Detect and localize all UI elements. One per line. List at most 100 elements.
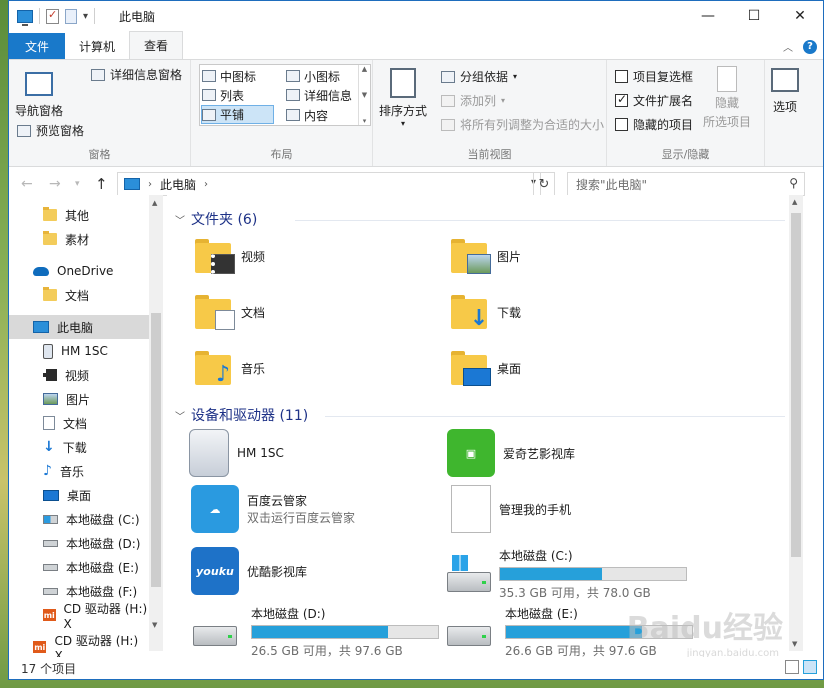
address-bar[interactable]: › 此电脑 › ▾	[117, 172, 541, 196]
layout-medium-icons[interactable]: 中图标	[202, 67, 282, 85]
baidu-cloud-icon: ☁	[191, 485, 239, 533]
new-folder-icon[interactable]	[65, 8, 77, 24]
details-view-icon[interactable]	[785, 660, 799, 674]
sidebar-item-onedrive-documents[interactable]: 文档	[9, 283, 149, 307]
layout-item-label: 平铺	[220, 108, 245, 122]
content-scrollbar[interactable]: ▲ ▼	[789, 195, 803, 651]
sidebar-item-videos[interactable]: 视频	[9, 363, 149, 387]
layout-details[interactable]: 详细信息	[286, 86, 356, 104]
recent-locations-chevron-icon[interactable]: ▾	[75, 179, 80, 189]
breadcrumb-chevron-icon[interactable]: ›	[148, 179, 152, 190]
sidebar-item-drive-c[interactable]: 本地磁盘 (C:)	[9, 507, 149, 531]
up-arrow-icon[interactable]: ↑	[95, 175, 108, 193]
drive-tile-d[interactable]: 本地磁盘 (D:) 26.5 GB 可用，共 97.6 GB	[193, 605, 439, 659]
nav-pane-button[interactable]: 导航窗格	[15, 72, 63, 119]
layout-gallery-scroll[interactable]: ▲ ▼ ▾	[358, 65, 370, 125]
help-icon[interactable]: ?	[803, 39, 817, 54]
scrollbar-thumb[interactable]	[151, 313, 161, 587]
scroll-down-icon[interactable]: ▼	[362, 91, 367, 99]
collapse-chevron-icon[interactable]: ﹀	[175, 408, 185, 423]
folders-section-header[interactable]: ﹀ 文件夹 (6)	[175, 209, 257, 229]
tile-label: 图片	[497, 249, 522, 264]
sidebar-item-desktop[interactable]: 桌面	[9, 483, 149, 507]
layout-tiles[interactable]: 平铺	[201, 105, 274, 124]
refresh-icon: ↻	[538, 176, 550, 192]
collapse-ribbon-icon[interactable]: ︿	[783, 39, 793, 54]
maximize-button[interactable]: ☐	[731, 1, 777, 31]
sidebar-item-cd-drive[interactable]: mi CD 驱动器 (H:) X	[9, 602, 149, 631]
close-button[interactable]: ✕	[777, 1, 823, 31]
tab-computer[interactable]: 计算机	[65, 33, 129, 59]
hide-selected-button[interactable]: 隐藏 所选项目	[703, 66, 751, 130]
sidebar-item-drive-d[interactable]: 本地磁盘 (D:)	[9, 531, 149, 555]
item-checkboxes-toggle[interactable]: 项目复选框	[615, 68, 693, 85]
customize-toolbar-chevron-icon[interactable]: ▾	[83, 11, 88, 22]
drive-usage-fill	[500, 568, 603, 580]
device-tile-hm1sc[interactable]: HM 1SC	[189, 429, 284, 477]
options-button[interactable]: 选项	[771, 68, 799, 115]
fit-columns-button[interactable]: 将所有列调整为合适的大小	[441, 116, 604, 133]
phone-icon	[189, 429, 229, 477]
refresh-button[interactable]: ↻	[533, 172, 555, 196]
sidebar-item-onedrive[interactable]: OneDrive	[9, 259, 149, 283]
folder-tile-pictures[interactable]: 图片	[451, 239, 522, 274]
folder-tile-documents[interactable]: 文档	[195, 295, 265, 330]
sidebar-item-this-pc[interactable]: 此电脑	[9, 315, 149, 339]
scroll-down-icon[interactable]: ▼	[152, 621, 157, 629]
sidebar-item-hm1sc[interactable]: HM 1SC	[9, 339, 149, 363]
devices-section-header[interactable]: ﹀ 设备和驱动器 (11)	[175, 405, 308, 425]
sidebar-item-materials[interactable]: 素材	[9, 227, 149, 251]
collapse-chevron-icon[interactable]: ﹀	[175, 212, 185, 227]
file-extensions-toggle[interactable]: 文件扩展名	[615, 92, 693, 109]
preview-pane-icon	[17, 124, 31, 137]
device-tile-manage-phone[interactable]: 管理我的手机	[451, 485, 571, 533]
search-input[interactable]: 搜索"此电脑" ⚲	[567, 172, 805, 196]
folder-tile-videos[interactable]: 视频	[195, 239, 265, 274]
baidu-cloud-text: 百度云管家 双击运行百度云管家	[247, 492, 355, 526]
sidebar-item-cd-drive-root[interactable]: mi CD 驱动器 (H:) X ▾	[9, 634, 159, 663]
checkbox-checked[interactable]	[615, 92, 628, 107]
folder-tile-downloads[interactable]: ↓ 下载	[451, 295, 521, 330]
layout-content[interactable]: 内容	[286, 106, 356, 124]
large-icons-view-icon[interactable]	[803, 660, 817, 674]
layout-list[interactable]: 列表	[202, 86, 282, 104]
hidden-items-toggle[interactable]: 隐藏的项目	[615, 116, 693, 133]
search-icon[interactable]: ⚲	[789, 176, 798, 190]
breadcrumb-chevron-icon[interactable]: ›	[204, 179, 208, 190]
tab-file[interactable]: 文件	[9, 33, 65, 59]
add-column-label: 添加列	[460, 94, 497, 108]
checkbox-unchecked[interactable]	[615, 118, 628, 131]
back-arrow-icon[interactable]: ←	[21, 176, 33, 192]
tab-view[interactable]: 查看	[129, 31, 184, 59]
device-tile-iqiyi[interactable]: ▣ 爱奇艺影视库	[447, 429, 575, 477]
minimize-button[interactable]: —	[685, 1, 731, 31]
layout-small-icons[interactable]: 小图标	[286, 67, 356, 85]
scrollbar-thumb[interactable]	[791, 213, 801, 557]
group-by-button[interactable]: 分组依据 ▾	[441, 68, 517, 85]
folder-tile-music[interactable]: ♪ 音乐	[195, 351, 265, 386]
details-pane-button[interactable]: 详细信息窗格	[91, 66, 182, 83]
scroll-up-icon[interactable]: ▲	[792, 198, 797, 206]
breadcrumb-this-pc[interactable]: 此电脑	[160, 176, 196, 193]
scroll-down-icon[interactable]: ▼	[792, 640, 797, 648]
sidebar-item-other[interactable]: 其他	[9, 203, 149, 227]
sidebar-item-documents[interactable]: 文档	[9, 411, 149, 435]
device-tile-youku[interactable]: youku 优酷影视库	[191, 547, 307, 595]
preview-pane-button[interactable]: 预览窗格	[17, 122, 84, 139]
add-column-button[interactable]: 添加列 ▾	[441, 92, 505, 109]
sidebar-item-downloads[interactable]: ↓ 下载	[9, 435, 149, 459]
device-tile-baidu-cloud[interactable]: ☁ 百度云管家 双击运行百度云管家	[191, 485, 355, 533]
sidebar-item-music[interactable]: ♪ 音乐	[9, 459, 149, 483]
sort-by-button[interactable]: 排序方式 ▾	[379, 68, 427, 128]
forward-arrow-icon[interactable]: →	[49, 176, 61, 192]
sidebar-item-pictures[interactable]: 图片	[9, 387, 149, 411]
checkbox-unchecked[interactable]	[615, 70, 628, 83]
properties-icon[interactable]	[46, 8, 59, 24]
scroll-up-icon[interactable]: ▲	[362, 65, 367, 73]
sidebar-item-drive-e[interactable]: 本地磁盘 (E:)	[9, 555, 149, 579]
drive-tile-c[interactable]: 本地磁盘 (C:) 35.3 GB 可用，共 78.0 GB	[447, 547, 687, 601]
navigation-pane-scrollbar[interactable]: ▲ ▼	[149, 195, 163, 651]
folder-tile-desktop[interactable]: 桌面	[451, 351, 521, 386]
expand-gallery-icon[interactable]: ▾	[363, 117, 367, 125]
scroll-up-icon[interactable]: ▲	[152, 199, 157, 207]
